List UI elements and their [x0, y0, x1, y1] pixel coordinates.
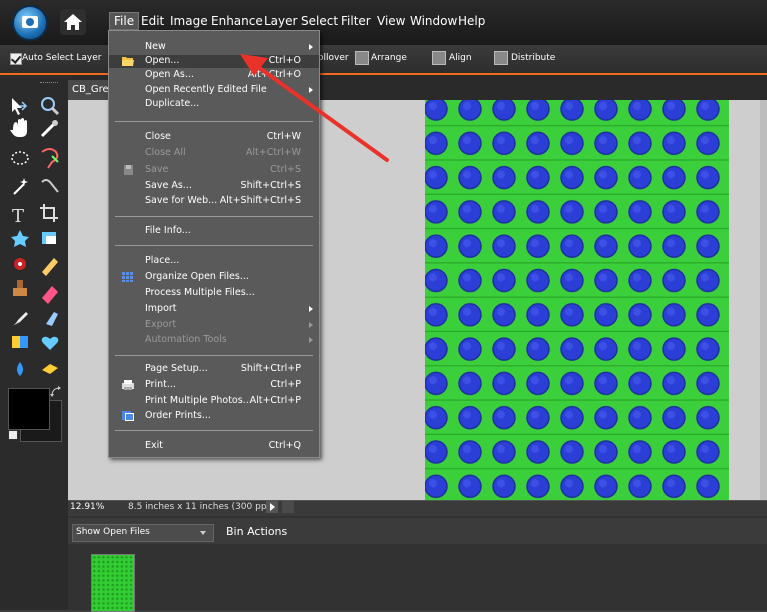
menu-item-save-as[interactable]: Save As... Shift+Ctrl+S [109, 180, 319, 193]
vertical-scrollbar[interactable] [760, 100, 767, 500]
blur-tool-icon [17, 362, 23, 376]
menu-file[interactable]: File [109, 12, 140, 30]
menu-item-save-for-web[interactable]: Save for Web... Alt+Shift+Ctrl+S [109, 195, 319, 208]
menu-item-organize-open-files[interactable]: Organize Open Files... [109, 271, 319, 284]
red-eye-tool-icon [14, 258, 26, 270]
type-tool-icon: T [12, 206, 24, 227]
hand-tool-icon [10, 118, 27, 137]
submenu-arrow-icon [309, 306, 313, 312]
menu-separator [115, 430, 313, 431]
align-icon[interactable] [432, 51, 446, 65]
sponge-tool-icon [42, 364, 58, 374]
grid-icon [122, 272, 133, 282]
annotation-arrow-icon [240, 54, 389, 162]
straighten-tool-icon [42, 232, 56, 244]
menu-image[interactable]: Image [170, 14, 208, 28]
zoom-level[interactable]: 12.91% [70, 502, 104, 512]
menu-help[interactable]: Help [458, 14, 485, 28]
distribute-icon[interactable] [494, 51, 508, 65]
menu-item-print[interactable]: Print... Ctrl+P [109, 379, 319, 392]
home-icon[interactable] [60, 9, 86, 35]
status-scroll-left[interactable] [282, 501, 294, 513]
menu-select[interactable]: Select [301, 14, 338, 28]
brush-tool-icon [12, 312, 28, 326]
bin-actions-button[interactable]: Bin Actions [226, 525, 287, 538]
zoom-tool-icon [41, 97, 60, 116]
open-file-thumbnail[interactable] [91, 554, 135, 612]
marquee-tool-icon [11, 151, 29, 165]
swap-colors-icon[interactable] [50, 386, 62, 398]
save-disk-icon [124, 165, 133, 175]
menu-item-automation-tools[interactable]: Automation Tools [109, 334, 319, 347]
default-colors-icon[interactable] [8, 430, 18, 440]
photoshop-logo-icon[interactable] [14, 7, 46, 39]
eraser-tool-icon [42, 286, 58, 304]
move-tool-icon [12, 98, 28, 115]
align-button[interactable]: Align [449, 53, 472, 63]
magic-wand-tool-icon [13, 178, 28, 195]
menu-enhance[interactable]: Enhance [211, 14, 263, 28]
order-prints-icon [122, 411, 134, 421]
menu-item-file-info[interactable]: File Info... [109, 225, 319, 238]
menu-filter[interactable]: Filter [341, 14, 371, 28]
crop-tool-icon [40, 204, 58, 222]
clone-stamp-tool-icon [13, 280, 27, 296]
menu-edit[interactable]: Edit [141, 14, 164, 28]
svg-text:T: T [12, 206, 24, 227]
menu-item-place[interactable]: Place... [109, 255, 319, 268]
menu-item-print-multiple-photos[interactable]: Print Multiple Photos... Alt+Ctrl+P [109, 395, 319, 408]
menu-layer[interactable]: Layer [264, 14, 297, 28]
menu-item-import[interactable]: Import [109, 303, 319, 316]
cookie-cutter-tool-icon [11, 230, 29, 247]
menu-item-process-multiple-files[interactable]: Process Multiple Files... [109, 287, 319, 300]
menu-item-exit[interactable]: Exit Ctrl+Q [109, 440, 319, 453]
quick-selection-tool-icon [41, 179, 59, 193]
folder-icon [122, 57, 134, 66]
printer-icon [122, 380, 134, 390]
smart-brush-tool-icon [46, 312, 58, 326]
document-size: 8.5 inches x 11 inches (300 ppi) [128, 502, 273, 512]
auto-select-label: Auto Select Layer [22, 53, 102, 63]
menu-item-page-setup[interactable]: Page Setup... Shift+Ctrl+P [109, 363, 319, 376]
chevron-down-icon [200, 531, 206, 535]
gradient-tool-icon [12, 336, 28, 348]
menu-separator [115, 245, 313, 246]
lasso-tool-icon [41, 148, 59, 169]
distribute-button[interactable]: Distribute [511, 53, 555, 63]
menu-item-order-prints[interactable]: Order Prints... [109, 410, 319, 423]
tool-icons: T [10, 97, 60, 376]
auto-select-checkbox[interactable] [10, 53, 22, 65]
menu-view[interactable]: View [377, 14, 405, 28]
menu-separator [115, 216, 313, 217]
status-menu-arrow-icon[interactable] [266, 501, 278, 513]
foreground-color-swatch[interactable] [8, 388, 50, 430]
bin-show-select-label: Show Open Files [76, 527, 150, 537]
healing-brush-tool-icon [42, 258, 58, 276]
thumbnail-pattern-image [92, 555, 134, 611]
document-canvas[interactable] [425, 100, 729, 500]
submenu-arrow-icon [309, 322, 313, 328]
custom-shape-tool-icon [41, 336, 59, 350]
toolbox-grip[interactable] [40, 82, 58, 85]
menu-window[interactable]: Window [410, 14, 457, 28]
submenu-arrow-icon [309, 337, 313, 343]
menu-item-export[interactable]: Export [109, 319, 319, 332]
polka-dot-pattern-image [425, 100, 729, 500]
eyedropper-tool-icon [40, 120, 58, 138]
menu-separator [115, 355, 313, 356]
